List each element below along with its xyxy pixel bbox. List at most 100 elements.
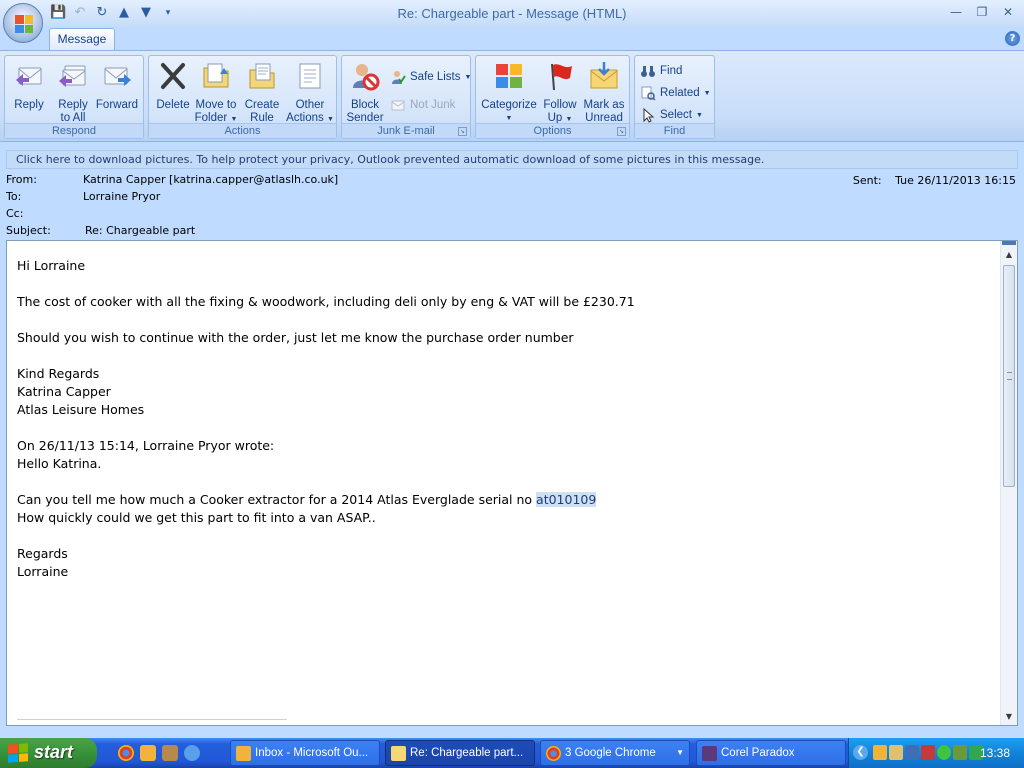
find-group: Find Related ▼ Select ▼ Find <box>634 55 715 139</box>
mark-as-unread-icon <box>590 62 618 89</box>
categorize-button[interactable]: Categorize ▼ <box>480 60 538 125</box>
download-pictures-infobar[interactable]: Click here to download pictures. To help… <box>6 150 1018 169</box>
safe-lists-icon <box>392 71 406 84</box>
reply-icon <box>16 67 42 86</box>
ribbon: Reply Reply to All Forward Respond Delet… <box>0 50 1024 142</box>
body-cost-line: The cost of cooker with all the fixing &… <box>17 294 635 309</box>
select-button[interactable]: Select ▼ <box>640 106 703 124</box>
sent-value: Tue 26/11/2013 16:15 <box>895 174 1016 187</box>
quote-name: Lorraine <box>17 564 69 579</box>
scrollbar-thumb[interactable] <box>1003 265 1015 487</box>
from-value[interactable]: Katrina Capper [katrina.capper@atlaslh.c… <box>83 173 338 186</box>
app-icon[interactable] <box>162 745 178 761</box>
junk-email-group: Block Sender Safe Lists ▼ Not Junk Junk E… <box>341 55 471 139</box>
outlook-icon[interactable] <box>140 745 156 761</box>
task-inbox[interactable]: Inbox - Microsoft Ou... <box>230 740 380 766</box>
other-actions-dropdown-icon: ▼ <box>326 116 334 123</box>
not-junk-button[interactable]: Not Junk <box>390 96 455 114</box>
help-icon[interactable]: ? <box>1005 31 1020 46</box>
reply-all-button[interactable]: Reply to All <box>53 60 93 125</box>
clock: 13:38 <box>979 746 1010 760</box>
safe-lists-button[interactable]: Safe Lists ▼ <box>390 68 471 86</box>
scroll-up-arrow-icon[interactable]: ▲ <box>1001 247 1017 263</box>
ribbon-tab-row: Message ? <box>0 28 1024 51</box>
quote-question-text: Can you tell me how much a Cooker extrac… <box>17 492 537 507</box>
tray-app-icon[interactable] <box>889 745 903 760</box>
outlook-task-icon <box>236 746 251 761</box>
create-rule-button[interactable]: Create Rule <box>241 60 283 125</box>
quote-header: On 26/11/13 15:14, Lorraine Pryor wrote: <box>17 438 275 453</box>
to-value[interactable]: Lorraine Pryor <box>83 190 160 203</box>
chrome-icon[interactable] <box>118 745 134 761</box>
tray-outlook-icon[interactable] <box>873 745 887 760</box>
office-button[interactable] <box>3 3 43 43</box>
sent-row: Sent: Tue 26/11/2013 16:15 <box>853 174 1016 187</box>
message-body[interactable]: Hi Lorraine The cost of cooker with all … <box>17 257 635 581</box>
tray-icons <box>873 745 983 760</box>
task-google-chrome[interactable]: 3 Google Chrome ▼ <box>540 740 690 766</box>
task-corel-paradox[interactable]: Corel Paradox <box>696 740 846 766</box>
from-label: From: <box>6 173 37 186</box>
find-group-label: Find <box>635 123 714 138</box>
find-button[interactable]: Find <box>640 62 682 80</box>
scroll-splitter[interactable] <box>1002 241 1016 245</box>
tray-update-icon[interactable] <box>953 745 967 760</box>
minimize-button[interactable]: — <box>944 2 968 22</box>
taskbar: start Inbox - Microsoft Ou... Re: Charge… <box>0 738 1024 768</box>
binoculars-icon <box>641 66 655 77</box>
forward-icon <box>104 67 131 86</box>
select-cursor-icon <box>643 107 655 123</box>
tray-network-icon[interactable] <box>905 745 919 760</box>
other-actions-button[interactable]: Other Actions ▼ <box>285 60 335 126</box>
restore-button[interactable]: ❐ <box>970 2 994 22</box>
select-dropdown-icon: ▼ <box>695 111 703 119</box>
reply-all-icon <box>59 65 86 87</box>
ie-icon[interactable] <box>184 745 200 761</box>
close-button[interactable]: ✕ <box>996 2 1020 22</box>
message-header: From: Katrina Capper [katrina.capper@atl… <box>0 170 1024 240</box>
paradox-task-icon <box>702 746 717 761</box>
delete-button[interactable]: Delete <box>153 60 193 112</box>
vertical-scrollbar[interactable]: ▲ ▼ <box>1000 241 1017 725</box>
chrome-task-icon <box>546 746 561 761</box>
body-greeting: Hi Lorraine <box>17 258 86 273</box>
chrome-group-dropdown-icon: ▼ <box>676 748 684 757</box>
tab-message[interactable]: Message <box>49 28 115 51</box>
to-label: To: <box>6 190 22 203</box>
safe-lists-dropdown-icon: ▼ <box>464 73 472 81</box>
options-group-label: Options <box>476 123 629 138</box>
move-to-folder-button[interactable]: Move to Folder ▼ <box>193 60 239 126</box>
window-controls: — ❐ ✕ <box>944 2 1020 22</box>
message-options-launcher-icon[interactable]: ↘ <box>617 127 626 136</box>
related-icon <box>641 86 656 101</box>
scroll-down-arrow-icon[interactable]: ▼ <box>1001 709 1017 725</box>
start-button[interactable]: start <box>0 738 97 768</box>
follow-up-flag-icon <box>551 63 572 91</box>
respond-group: Reply Reply to All Forward Respond <box>4 55 144 139</box>
mark-as-unread-button[interactable]: Mark as Unread <box>582 60 626 125</box>
tray-security-icon[interactable] <box>921 745 935 760</box>
follow-up-button[interactable]: Follow Up ▼ <box>540 60 580 126</box>
windows-flag-icon <box>8 743 28 763</box>
body-regards: Kind Regards <box>17 366 100 381</box>
related-button[interactable]: Related ▼ <box>640 84 711 102</box>
selected-serial-number[interactable]: at010109 <box>536 492 597 507</box>
other-actions-icon <box>299 63 321 89</box>
follow-up-dropdown-icon: ▼ <box>565 116 573 123</box>
system-tray: ❮ 13:38 <box>848 738 1024 768</box>
block-sender-button[interactable]: Block Sender <box>344 60 386 125</box>
not-junk-icon <box>391 100 405 111</box>
show-hidden-icons-icon[interactable]: ❮ <box>853 745 868 760</box>
horizontal-rule <box>17 719 287 722</box>
create-rule-icon <box>249 63 275 89</box>
tray-status-icon[interactable] <box>937 745 951 760</box>
forward-button[interactable]: Forward <box>93 60 141 112</box>
title-bar: 💾 ↶ ↻ ▲ ▼ ▾ Re: Chargeable part - Messag… <box>0 0 1024 43</box>
junk-options-launcher-icon[interactable]: ↘ <box>458 127 467 136</box>
message-body-pane[interactable]: Hi Lorraine The cost of cooker with all … <box>6 240 1018 726</box>
related-dropdown-icon: ▼ <box>703 89 711 97</box>
quote-question-line: Can you tell me how much a Cooker extrac… <box>17 491 635 509</box>
body-order-line: Should you wish to continue with the ord… <box>17 330 574 345</box>
task-chargeable-part[interactable]: Re: Chargeable part... <box>385 740 535 766</box>
reply-button[interactable]: Reply <box>9 60 49 112</box>
